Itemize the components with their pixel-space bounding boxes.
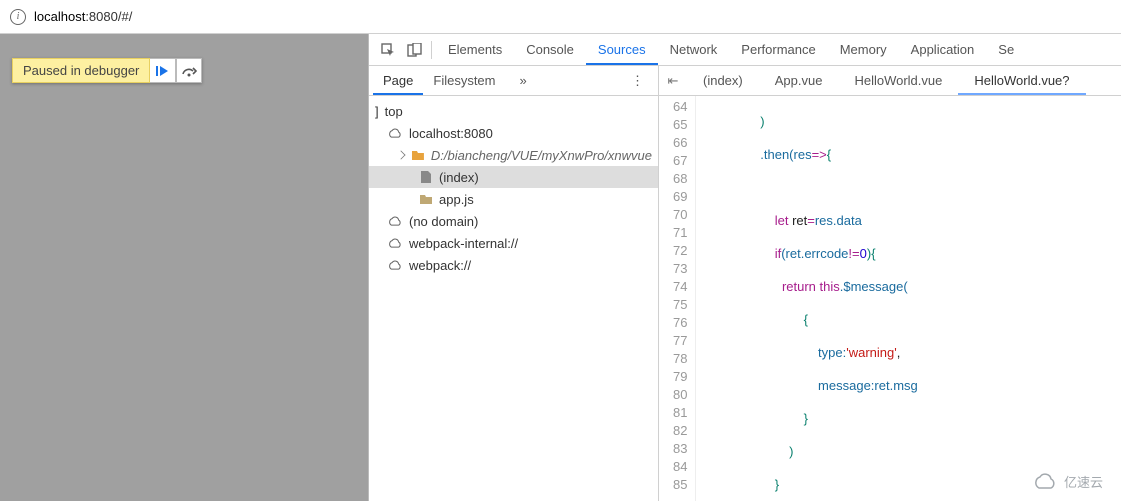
navigator-panel: Page Filesystem » ⋮ ] top localhost:8080… [369, 66, 659, 501]
tab-security[interactable]: Se [986, 34, 1026, 65]
paused-overlay: Paused in debugger [12, 58, 202, 83]
code-area[interactable]: 6465666768697071727374757677787980818283… [659, 96, 1121, 501]
editor-nav-back[interactable]: ⇤ [659, 73, 687, 89]
chevron-right-icon [396, 150, 405, 159]
source-code[interactable]: ) .then(res=>{ let ret=res.data if(ret.e… [696, 96, 1121, 501]
editor-panel: ⇤ (index) App.vue HelloWorld.vue HelloWo… [659, 66, 1121, 501]
tree-nodomain[interactable]: (no domain) [369, 210, 658, 232]
devtools-panel: Elements Console Sources Network Perform… [368, 34, 1121, 501]
devtools-tabs: Elements Console Sources Network Perform… [369, 34, 1121, 66]
device-toggle-icon[interactable] [401, 37, 427, 63]
tree-index[interactable]: (index) [369, 166, 658, 188]
tab-memory[interactable]: Memory [828, 34, 899, 65]
navtab-more[interactable]: » [510, 66, 537, 95]
tab-console[interactable]: Console [514, 34, 586, 65]
tab-elements[interactable]: Elements [436, 34, 514, 65]
editor-tab-index[interactable]: (index) [687, 66, 759, 95]
watermark: 亿速云 [1032, 472, 1103, 491]
tree-appjs[interactable]: app.js [369, 188, 658, 210]
editor-tabs: ⇤ (index) App.vue HelloWorld.vue HelloWo… [659, 66, 1121, 96]
editor-tab-hw1[interactable]: HelloWorld.vue [838, 66, 958, 95]
page-viewport: Paused in debugger [0, 34, 368, 501]
site-info-icon[interactable]: i [10, 9, 26, 25]
tab-network[interactable]: Network [658, 34, 730, 65]
address-bar[interactable]: i localhost:8080/#/ [0, 0, 1121, 34]
step-over-button[interactable] [176, 58, 202, 83]
main-area: Paused in debugger Elements Console Sour… [0, 34, 1121, 501]
url-display: localhost:8080/#/ [34, 9, 132, 24]
tab-performance[interactable]: Performance [729, 34, 827, 65]
tree-webpack[interactable]: webpack:// [369, 254, 658, 276]
tree-host[interactable]: localhost:8080 [369, 122, 658, 144]
navtab-filesystem[interactable]: Filesystem [423, 66, 505, 95]
tree-project[interactable]: D:/biancheng/VUE/myXnwPro/xnwvue [369, 144, 658, 166]
file-tree: ] top localhost:8080 D:/biancheng/VUE/my… [369, 96, 658, 501]
editor-tab-app[interactable]: App.vue [759, 66, 839, 95]
tree-webpack-internal[interactable]: webpack-internal:// [369, 232, 658, 254]
paused-message: Paused in debugger [12, 58, 150, 83]
tree-top[interactable]: ] top [369, 100, 658, 122]
navtab-menu[interactable]: ⋮ [621, 73, 654, 89]
tab-sources[interactable]: Sources [586, 34, 658, 65]
editor-tab-hw2[interactable]: HelloWorld.vue? [958, 66, 1085, 95]
navtab-page[interactable]: Page [373, 66, 423, 95]
inspect-icon[interactable] [375, 37, 401, 63]
line-gutter: 6465666768697071727374757677787980818283… [659, 96, 696, 501]
tab-application[interactable]: Application [899, 34, 987, 65]
resume-button[interactable] [150, 58, 176, 83]
navigator-tabs: Page Filesystem » ⋮ [369, 66, 658, 96]
